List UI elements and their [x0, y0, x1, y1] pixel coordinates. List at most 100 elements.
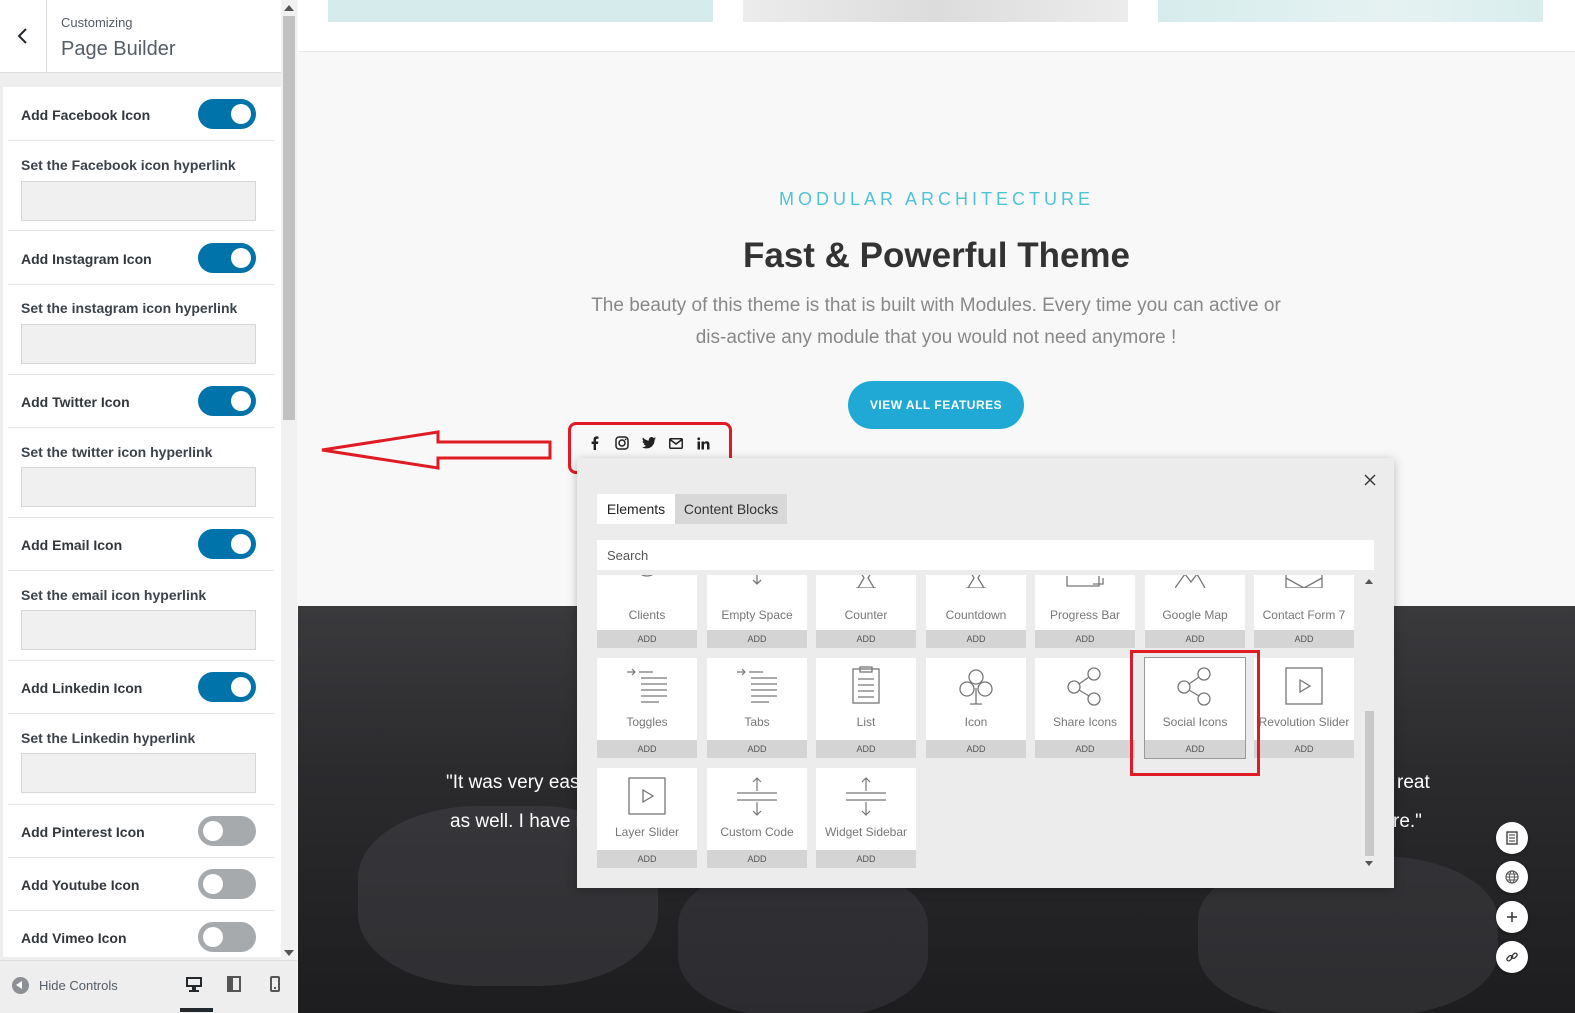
- element-tile-layer-slider[interactable]: Layer Slider ADD: [597, 768, 697, 868]
- element-name: Custom Code: [720, 825, 794, 839]
- setting-facebook-toggle: Add Facebook Icon: [8, 87, 274, 141]
- add-element-modal: Elements Content Blocks Clients ADD Empt…: [577, 458, 1394, 888]
- setting-label: Add Instagram Icon: [21, 251, 152, 267]
- setting-label: Set the instagram icon hyperlink: [21, 300, 238, 316]
- tab-content-blocks[interactable]: Content Blocks: [675, 494, 787, 524]
- twitter-toggle[interactable]: [198, 386, 256, 416]
- elements-scrollbar[interactable]: [1364, 575, 1374, 872]
- element-add-label: ADD: [1035, 740, 1135, 758]
- element-tile-progress-bar[interactable]: Progress Bar ADD: [1035, 575, 1135, 648]
- element-name: Google Map: [1162, 608, 1228, 622]
- element-add-label: ADD: [1254, 740, 1354, 758]
- element-tile-share-icons[interactable]: Share Icons ADD: [1035, 658, 1135, 758]
- linkedin-toggle[interactable]: [198, 672, 256, 702]
- plus-icon: [1507, 912, 1517, 922]
- setting-pinterest-toggle: Add Pinterest Icon: [8, 805, 274, 858]
- element-name: Clients: [628, 608, 666, 622]
- instagram-toggle[interactable]: [198, 243, 256, 273]
- element-name: Widget Sidebar: [824, 825, 908, 839]
- hide-controls-button[interactable]: Hide Controls: [12, 977, 118, 994]
- desktop-preview-button[interactable]: [183, 973, 205, 995]
- element-name: Share Icons: [1052, 715, 1118, 729]
- element-name: Progress Bar: [1049, 608, 1121, 622]
- element-add-label: ADD: [707, 630, 807, 648]
- element-add-label: ADD: [1254, 630, 1354, 648]
- sidebar-scrollbar[interactable]: [281, 0, 297, 960]
- facebook-link-input[interactable]: [21, 181, 256, 221]
- counter-icon: [856, 575, 876, 588]
- element-name: List: [856, 715, 876, 729]
- element-name: Countdown: [945, 608, 1007, 622]
- spacer-icon: [846, 777, 886, 816]
- chevron-left-icon: [17, 28, 27, 44]
- element-add-label: ADD: [597, 630, 697, 648]
- setting-email-link: Set the email icon hyperlink: [8, 571, 274, 661]
- tab-elements[interactable]: Elements: [597, 494, 675, 524]
- element-tile-clients[interactable]: Clients ADD: [597, 575, 697, 648]
- facebook-toggle[interactable]: [198, 99, 256, 129]
- setting-linkedin-toggle: Add Linkedin Icon: [8, 661, 274, 714]
- tablet-preview-button[interactable]: [223, 973, 245, 995]
- annotation-highlight-social-icons-tile: [1130, 650, 1260, 776]
- element-tile-widget-sidebar[interactable]: Widget Sidebar ADD: [816, 768, 916, 868]
- element-tile-icon[interactable]: Icon ADD: [926, 658, 1026, 758]
- element-name: Contact Form 7: [1262, 608, 1346, 622]
- clients-icon: [641, 575, 653, 577]
- scrollbar-thumb[interactable]: [283, 16, 295, 420]
- tablet-icon: [227, 976, 241, 992]
- feature-image: [328, 0, 713, 22]
- element-tile-custom-code[interactable]: Custom Code ADD: [707, 768, 807, 868]
- element-tile-contact-form-7[interactable]: Contact Form 7 ADD: [1254, 575, 1354, 648]
- element-tile-google-map[interactable]: Google Map ADD: [1145, 575, 1245, 648]
- twitter-link-input[interactable]: [21, 467, 256, 507]
- play-box-icon: [1285, 667, 1323, 705]
- element-tile-counter[interactable]: Counter ADD: [816, 575, 916, 648]
- email-toggle[interactable]: [198, 529, 256, 559]
- element-tile-revolution-slider[interactable]: Revolution Slider ADD: [1254, 658, 1354, 758]
- club-icon: [959, 669, 993, 705]
- email-link-input[interactable]: [21, 610, 256, 650]
- add-element-button[interactable]: [1496, 901, 1528, 933]
- page-settings-button[interactable]: [1496, 822, 1528, 854]
- setting-twitter-toggle: Add Twitter Icon: [8, 375, 274, 428]
- progress-bar-icon: [1066, 576, 1104, 587]
- feature-image: [1158, 0, 1543, 22]
- setting-label: Set the Linkedin hyperlink: [21, 730, 196, 746]
- element-name: Tabs: [744, 715, 770, 729]
- element-tile-tabs[interactable]: Tabs ADD: [707, 658, 807, 758]
- setting-twitter-link: Set the twitter icon hyperlink: [8, 428, 274, 518]
- linkedin-link-input[interactable]: [21, 753, 256, 793]
- close-modal-button[interactable]: [1362, 472, 1378, 488]
- element-add-label: ADD: [1035, 630, 1135, 648]
- setting-youtube-toggle: Add Youtube Icon: [8, 858, 274, 911]
- link-button[interactable]: [1496, 941, 1528, 973]
- view-all-features-button[interactable]: VIEW ALL FEATURES: [848, 381, 1024, 429]
- element-tile-countdown[interactable]: Countdown ADD: [926, 575, 1026, 648]
- setting-label: Set the Facebook icon hyperlink: [21, 157, 236, 173]
- setting-label: Add Email Icon: [21, 537, 123, 553]
- pinterest-toggle[interactable]: [198, 816, 256, 846]
- mobile-preview-button[interactable]: [264, 973, 286, 995]
- element-add-label: ADD: [926, 630, 1026, 648]
- share-icon: [1067, 667, 1101, 706]
- element-tile-list[interactable]: List ADD: [816, 658, 916, 758]
- back-button[interactable]: [0, 0, 47, 72]
- hide-controls-label: Hide Controls: [39, 978, 118, 993]
- element-name: Icon: [964, 715, 988, 729]
- element-add-label: ADD: [816, 740, 916, 758]
- settings-panel: Add Facebook Icon Set the Facebook icon …: [3, 87, 281, 957]
- scrollbar-thumb[interactable]: [1365, 711, 1374, 856]
- vimeo-toggle[interactable]: [198, 922, 256, 952]
- instagram-link-input[interactable]: [21, 324, 256, 364]
- clipboard-list-icon: [852, 666, 880, 704]
- element-tile-toggles[interactable]: Toggles ADD: [597, 658, 697, 758]
- global-settings-button[interactable]: [1496, 861, 1528, 893]
- element-search-input[interactable]: [597, 540, 1374, 570]
- setting-label: Set the email icon hyperlink: [21, 587, 207, 603]
- youtube-toggle[interactable]: [198, 869, 256, 899]
- element-add-label: ADD: [707, 850, 807, 868]
- element-tile-empty-space[interactable]: Empty Space ADD: [707, 575, 807, 648]
- setting-label: Add Pinterest Icon: [21, 824, 145, 840]
- customizer-footer: Hide Controls: [0, 960, 297, 1013]
- testimonial-text: "It was very easy: [446, 772, 589, 793]
